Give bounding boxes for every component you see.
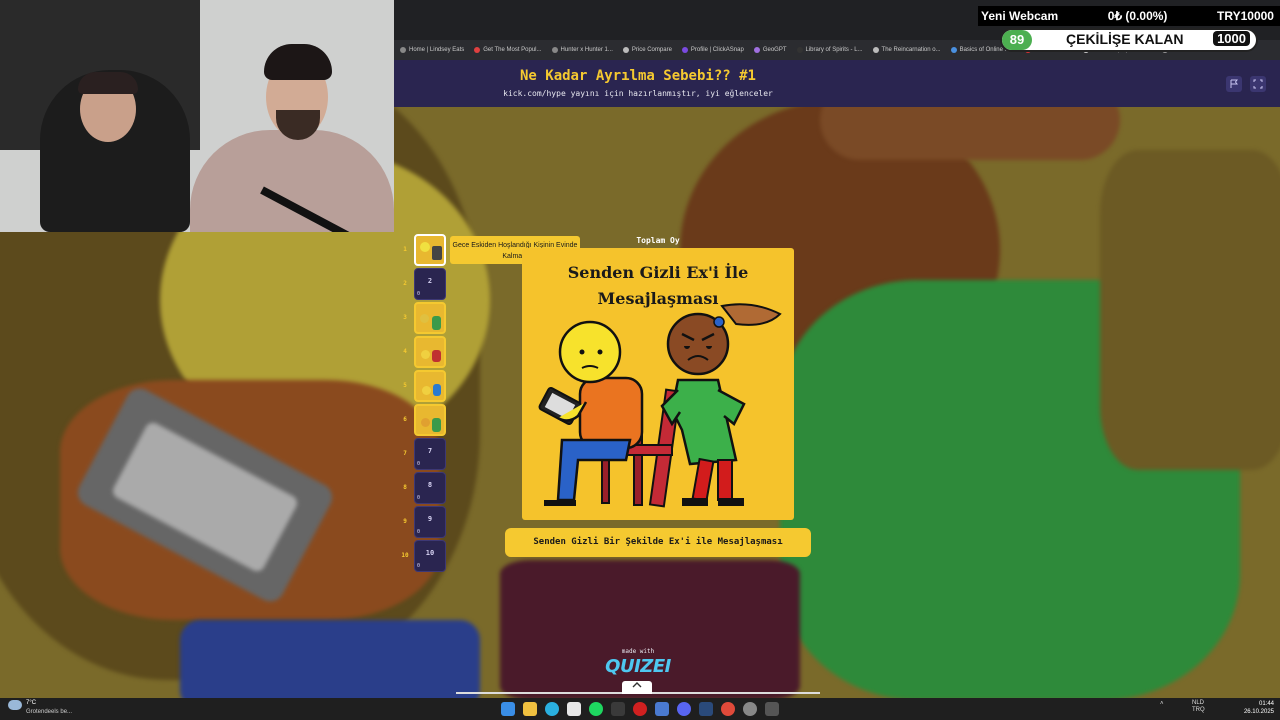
language-indicator[interactable]: NLD TRQ <box>1192 700 1205 714</box>
question-thumb-3[interactable] <box>414 302 446 334</box>
weather-description: Grotendeels be... <box>26 709 73 715</box>
bookmark-item[interactable]: Home | Lindsey Eats <box>400 47 464 53</box>
nav-number: 3 <box>403 314 407 321</box>
scroll-up-button[interactable] <box>622 681 652 694</box>
answer-button[interactable]: Senden Gizli Bir Şekilde Ex'i ile Mesajl… <box>505 528 811 557</box>
bookmark-item[interactable]: The Reincarnation o... <box>872 47 941 53</box>
xbox-icon[interactable] <box>611 702 625 716</box>
webcam-stat: 0₺ (0.00%) <box>1107 9 1168 23</box>
bookmark-icon <box>622 47 629 53</box>
start-icon[interactable] <box>501 702 515 716</box>
question-card[interactable]: Senden Gizli Ex'i İle Mesajlaşması <box>522 248 794 520</box>
bookmark-icon <box>400 47 406 53</box>
nav-number: 2 <box>403 280 407 287</box>
tray-chevron-icon[interactable]: ˄ <box>1160 701 1164 707</box>
made-with-label: made with <box>621 648 655 655</box>
bookmark-item[interactable]: Price Compare <box>622 47 672 53</box>
nav-number: 5 <box>403 382 407 389</box>
fullscreen-button[interactable] <box>1250 76 1266 92</box>
giveaway-count: 89 <box>1002 30 1032 50</box>
giveaway-widget: 89 ÇEKİLİŞE KALAN 1000 <box>1000 28 1258 52</box>
question-thumb-5[interactable] <box>414 370 446 402</box>
weather-temp: 7°C <box>26 700 37 706</box>
bookmark-icon <box>872 47 879 53</box>
question-thumb-7[interactable]: 7 0 <box>414 438 446 470</box>
bookmark-item[interactable]: Hunter x Hunter 1... <box>551 47 613 53</box>
nav-number: 7 <box>403 450 407 457</box>
bookmark-item[interactable]: Library of Spirits - L... <box>796 47 863 53</box>
question-thumb-8[interactable]: 8 0 <box>414 472 446 504</box>
bookmark-item[interactable]: GeoGPT <box>753 47 787 53</box>
app-icon[interactable] <box>765 702 779 716</box>
edge-icon[interactable] <box>545 702 559 716</box>
chrome-icon[interactable] <box>721 702 735 716</box>
file-explorer-icon[interactable] <box>523 702 537 716</box>
bookmark-icon <box>474 47 481 53</box>
webcam-feed <box>0 0 394 232</box>
nav-number: 4 <box>403 348 407 355</box>
report-flag-button[interactable] <box>1226 76 1242 92</box>
quiz-header: Ne Kadar Ayrılma Sebebi?? #1 kick.com/hy… <box>394 60 1280 107</box>
nav-number: 9 <box>403 518 407 525</box>
weather-icon[interactable] <box>8 700 22 710</box>
quiz-title: Ne Kadar Ayrılma Sebebi?? #1 <box>519 68 756 84</box>
donation-amount: TRY10000 <box>1217 9 1274 23</box>
bookmark-icon <box>796 47 803 53</box>
question-thumb-1[interactable] <box>414 234 446 266</box>
screen: Home | Lindsey Eats Get The Most Popul..… <box>0 0 1280 720</box>
chevron-up-icon <box>632 682 642 688</box>
taskbar: 7°C Grotendeels be... ˄ NLD TRQ 01:44 26… <box>0 698 1280 720</box>
record-icon[interactable] <box>633 702 647 716</box>
bookmark-icon <box>950 47 957 53</box>
spotify-icon[interactable] <box>589 702 603 716</box>
bookmark-icon <box>753 47 760 53</box>
nav-number: 1 <box>403 246 407 253</box>
question-thumb-6[interactable] <box>414 404 446 436</box>
app-icon[interactable] <box>655 702 669 716</box>
nav-number: 10 <box>401 552 409 559</box>
question-thumb-10[interactable]: 10 0 <box>414 540 446 572</box>
total-votes-label: Toplam Oy <box>636 236 680 245</box>
giveaway-amount: 1000 <box>1213 31 1250 46</box>
discord-icon[interactable] <box>677 702 691 716</box>
question-illustration <box>538 303 782 508</box>
question-thumb-4[interactable] <box>414 336 446 368</box>
stream-stats-bar: Yeni Webcam 0₺ (0.00%) TRY10000 <box>978 6 1280 26</box>
question-thumb-9[interactable]: 9 0 <box>414 506 446 538</box>
nav-number: 8 <box>403 484 407 491</box>
quiz-subtitle: kick.com/hype yayını için hazırlanmıştır… <box>503 89 773 98</box>
bookmark-icon <box>681 47 688 53</box>
giveaway-label: ÇEKİLİŞE KALAN <box>1066 31 1184 47</box>
obs-icon[interactable] <box>743 702 757 716</box>
question-thumb-2[interactable]: 2 0 <box>414 268 446 300</box>
quizei-logo[interactable]: QUIZEI <box>604 656 672 677</box>
steam-icon[interactable] <box>699 702 713 716</box>
bookmark-item[interactable]: Get The Most Popul... <box>474 47 542 53</box>
clock[interactable]: 01:44 26.10.2025 <box>1240 700 1274 716</box>
fullscreen-icon <box>1253 79 1263 89</box>
nav-number: 6 <box>403 416 407 423</box>
flag-icon <box>1230 79 1238 88</box>
store-icon[interactable] <box>567 702 581 716</box>
webcam-label: Yeni Webcam <box>981 9 1059 23</box>
bookmark-item[interactable]: Profile | ClickASnap <box>681 47 744 53</box>
bookmark-icon <box>551 47 558 53</box>
